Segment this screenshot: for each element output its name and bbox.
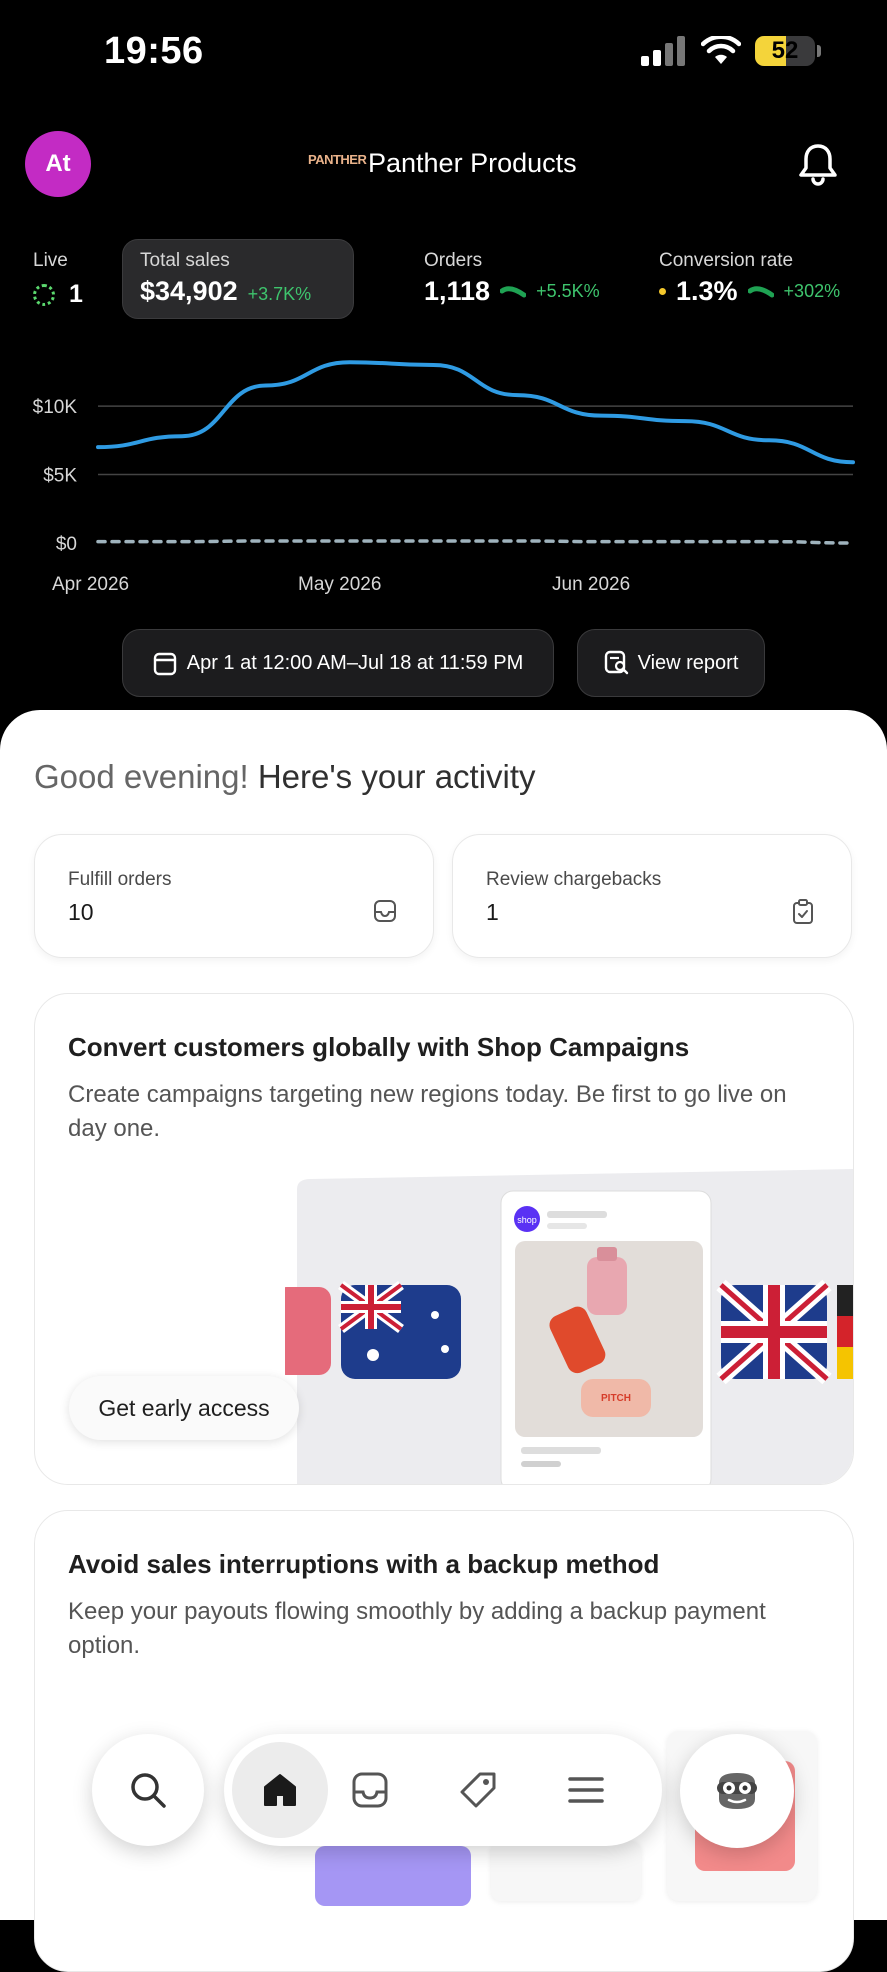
task-value: 1	[486, 899, 499, 925]
metric-conversion[interactable]: Conversion rate 1.3% +302%	[659, 250, 840, 307]
inbox-icon	[374, 900, 396, 922]
signal-icon	[641, 36, 685, 66]
sidekick-assistant-button[interactable]	[680, 1734, 794, 1848]
uk-flag	[716, 1279, 832, 1385]
chart-y-tick-label: $0	[56, 534, 77, 555]
germany-flag	[837, 1285, 853, 1379]
sales-chart-svg: $10K $5K $0 Apr 2026 May 2026 Jun 2026	[33, 360, 855, 595]
wifi-icon	[701, 36, 741, 64]
metric-orders-label: Orders	[424, 250, 483, 271]
metric-live-value: 1	[69, 280, 83, 308]
metric-live[interactable]: Live 1	[33, 250, 83, 309]
live-indicator-icon	[33, 283, 55, 306]
metric-conversion-value: 1.3%	[676, 276, 738, 306]
nav-home[interactable]	[232, 1742, 328, 1838]
phone-mockup: shop PITCH	[500, 1190, 712, 1484]
metric-conversion-delta: +302%	[783, 281, 841, 301]
bottle-brand: PITCH	[601, 1393, 631, 1404]
date-range-label: Apr 1 at 12:00 AM–Jul 18 at 11:59 PM	[186, 651, 524, 674]
status-icons: 52	[641, 36, 821, 66]
battery-icon: 52	[755, 36, 815, 66]
orders-sparkline-icon	[500, 285, 527, 297]
calendar-icon	[153, 652, 176, 676]
sales-chart[interactable]: $10K $5K $0 Apr 2026 May 2026 Jun 2026	[0, 360, 887, 610]
menu-icon	[568, 1777, 604, 1803]
chart-series-comparison	[96, 539, 855, 545]
metric-total-sales-delta: +3.7K%	[247, 284, 312, 304]
promo-description: Create campaigns targeting new regions t…	[68, 1081, 787, 1142]
search-button[interactable]	[92, 1734, 204, 1846]
nav-products[interactable]	[450, 1762, 506, 1818]
bottom-nav	[224, 1734, 662, 1846]
chart-x-tick-label: May 2026	[298, 574, 381, 595]
avatar[interactable]: At	[25, 131, 91, 197]
metric-orders[interactable]: Orders 1,118 +5.5K%	[424, 250, 600, 307]
campaign-illustration: shop PITCH	[285, 1169, 853, 1484]
tag-icon	[460, 1772, 496, 1808]
task-card-review-chargebacks[interactable]: Review chargebacks 1	[452, 834, 852, 958]
inbox-icon	[352, 1772, 388, 1808]
promo-title: Avoid sales interruptions with a backup …	[68, 1549, 660, 1579]
store-logo: PANTHER	[308, 152, 367, 167]
australia-flag	[338, 1280, 461, 1379]
notification-bell-icon[interactable]	[797, 142, 839, 191]
conversion-dot-icon	[659, 288, 666, 295]
view-report-button[interactable]: View report	[577, 629, 765, 697]
nav-menu[interactable]	[558, 1762, 614, 1818]
home-icon	[264, 1774, 296, 1806]
search-icon	[131, 1773, 166, 1808]
date-range-button[interactable]: Apr 1 at 12:00 AM–Jul 18 at 11:59 PM	[122, 629, 554, 697]
store-name[interactable]: Panther Products	[368, 148, 577, 179]
chart-x-tick-label: Apr 2026	[52, 574, 129, 595]
metric-total-sales-label: Total sales	[140, 250, 230, 271]
task-value: 10	[68, 899, 94, 925]
metric-total-sales-value: $34,902	[140, 276, 238, 306]
report-icon	[604, 650, 628, 675]
metric-orders-value: 1,118	[424, 276, 491, 306]
metric-live-label: Live	[33, 250, 68, 271]
metric-conversion-label: Conversion rate	[659, 250, 794, 271]
greeting-heading: Good evening! Here's your activity	[34, 758, 536, 796]
chart-y-tick-label: $5K	[43, 466, 77, 487]
promo-card-shop-campaigns[interactable]: Convert customers globally with Shop Cam…	[34, 993, 854, 1485]
conversion-sparkline-icon	[747, 285, 774, 297]
battery-level: 52	[771, 37, 799, 64]
promo-description: Keep your payouts flowing smoothly by ad…	[68, 1598, 766, 1659]
sidekick-icon	[717, 1773, 757, 1809]
nav-orders[interactable]	[342, 1762, 398, 1818]
greeting-suffix: Here's your activity	[257, 758, 536, 795]
chart-x-tick-label: Jun 2026	[552, 574, 630, 595]
task-card-fulfill-orders[interactable]: Fulfill orders 10	[34, 834, 434, 958]
shop-badge: shop	[517, 1215, 537, 1225]
promo-title: Convert customers globally with Shop Cam…	[68, 1032, 690, 1062]
clipboard-check-icon	[793, 899, 813, 924]
metric-orders-delta: +5.5K%	[536, 281, 600, 301]
illustration-card	[315, 1846, 471, 1906]
task-label: Review chargebacks	[486, 869, 662, 890]
task-label: Fulfill orders	[68, 869, 172, 890]
illustration-card	[491, 1841, 641, 1901]
get-early-access-button[interactable]: Get early access	[69, 1376, 299, 1440]
status-time: 19:56	[104, 30, 204, 72]
metric-total-sales-content: Total sales $34,902 +3.7K%	[140, 250, 311, 307]
greeting-prefix: Good evening!	[34, 758, 249, 795]
chart-y-tick-label: $10K	[33, 397, 78, 418]
chart-series-current	[96, 360, 855, 465]
view-report-label: View report	[637, 651, 739, 674]
